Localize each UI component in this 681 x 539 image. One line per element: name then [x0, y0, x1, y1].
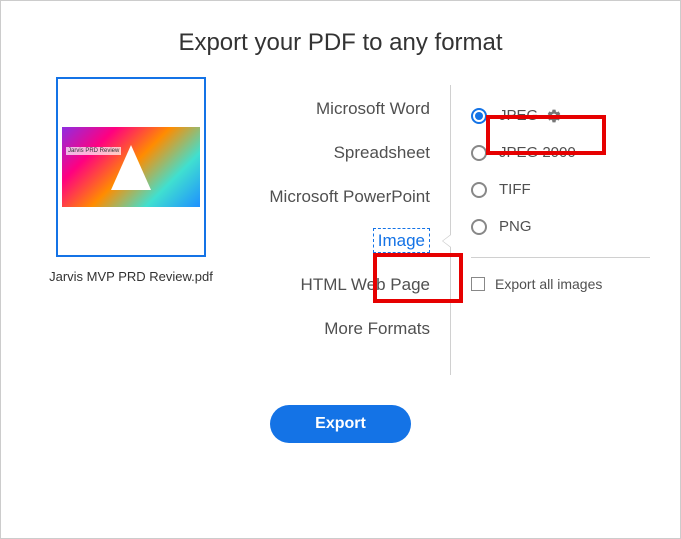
radio-label: JPEG 2000	[499, 144, 576, 161]
format-option-spreadsheet[interactable]: Spreadsheet	[231, 131, 450, 175]
format-option-image[interactable]: Image	[231, 219, 450, 263]
format-option-more[interactable]: More Formats	[231, 307, 450, 351]
format-option-html[interactable]: HTML Web Page	[231, 263, 450, 307]
radio-option-tiff[interactable]: TIFF	[471, 171, 650, 208]
page-title: Export your PDF to any format	[1, 1, 680, 77]
file-thumbnail[interactable]: Jarvis PRD Review	[56, 77, 206, 257]
format-option-word[interactable]: Microsoft Word	[231, 87, 450, 131]
radio-label: TIFF	[499, 181, 531, 198]
selection-indicator-icon	[442, 234, 451, 248]
export-button[interactable]: Export	[270, 405, 411, 443]
thumbnail-preview: Jarvis PRD Review	[62, 127, 200, 207]
radio-icon	[471, 182, 487, 198]
radio-label: JPEG	[499, 107, 538, 124]
format-list: Microsoft Word Spreadsheet Microsoft Pow…	[231, 77, 450, 375]
radio-label: PNG	[499, 218, 532, 235]
radio-option-jpeg2000[interactable]: JPEG 2000	[471, 134, 650, 171]
format-option-powerpoint[interactable]: Microsoft PowerPoint	[231, 175, 450, 219]
divider	[471, 257, 650, 258]
radio-icon	[471, 108, 487, 124]
radio-icon	[471, 219, 487, 235]
gear-icon[interactable]	[546, 108, 562, 124]
checkbox-export-all-images[interactable]: Export all images	[471, 270, 650, 292]
radio-icon	[471, 145, 487, 161]
checkbox-icon	[471, 277, 485, 291]
checkbox-label: Export all images	[495, 276, 602, 292]
file-name-label: Jarvis MVP PRD Review.pdf	[49, 269, 213, 284]
sub-format-panel: JPEG JPEG 2000 TIFF PNG Export all image…	[450, 85, 650, 375]
thumbnail-caption: Jarvis PRD Review	[66, 147, 121, 155]
radio-option-png[interactable]: PNG	[471, 208, 650, 245]
radio-option-jpeg[interactable]: JPEG	[471, 97, 650, 134]
